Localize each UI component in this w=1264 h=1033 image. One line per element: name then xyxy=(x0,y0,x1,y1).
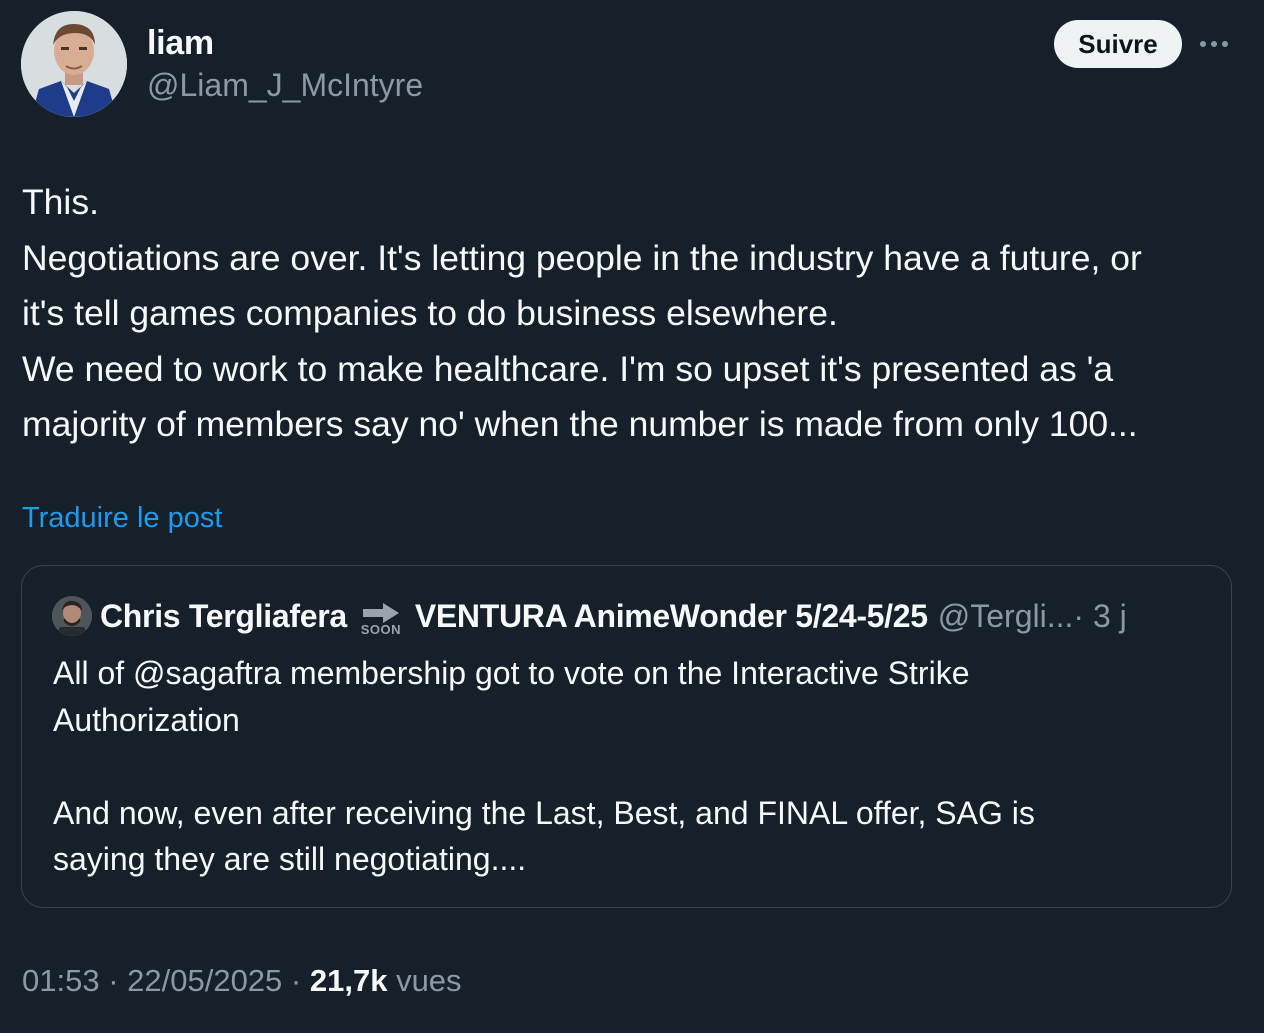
follow-button[interactable]: Suivre xyxy=(1054,20,1182,68)
tweet-date[interactable]: 22/05/2025 xyxy=(127,963,282,998)
soon-label: SOON xyxy=(360,622,401,637)
quote-avatar-photo xyxy=(52,596,92,636)
quote-blank-line xyxy=(53,743,1203,790)
views-count: 21,7k xyxy=(309,963,388,998)
more-dot xyxy=(1211,41,1217,47)
quote-line: All of @sagaftra membership got to vote … xyxy=(53,655,970,691)
more-dot xyxy=(1200,41,1206,47)
quote-line: Authorization xyxy=(53,701,240,738)
meta-separator: · xyxy=(282,963,310,998)
more-dot xyxy=(1222,41,1228,47)
right-arrow-icon xyxy=(362,603,399,623)
author-name[interactable]: liam xyxy=(147,24,214,63)
tweet-line: This. xyxy=(22,182,99,222)
soon-arrow-icon: SOON xyxy=(359,602,403,636)
quote-line: And now, even after receiving the Last, … xyxy=(53,794,1035,831)
avatar[interactable] xyxy=(21,11,127,117)
quote-text: All of @sagaftra membership got to vote … xyxy=(53,650,1203,883)
tweet-line: We need to work to make healthcare. I'm … xyxy=(22,348,1114,389)
quote-author-name-part1[interactable]: Chris Tergliafera xyxy=(100,598,347,635)
quote-author-handle[interactable]: @Tergli... xyxy=(938,598,1074,635)
tweet-meta: 01:53 · 22/05/2025 · 21,7k vues xyxy=(22,963,462,999)
quote-avatar[interactable] xyxy=(52,596,92,636)
quote-line: saying they are still negotiating.... xyxy=(53,841,527,877)
author-handle[interactable]: @Liam_J_McIntyre xyxy=(147,67,423,104)
views-label: vues xyxy=(396,963,462,998)
tweet-line: Negotiations are over. It's letting peop… xyxy=(22,237,1142,278)
avatar-photo xyxy=(21,11,127,117)
quoted-tweet-card[interactable]: Chris Tergliafera SOON VENTURA AnimeWond… xyxy=(21,565,1232,908)
quote-header: Chris Tergliafera SOON VENTURA AnimeWond… xyxy=(52,594,1127,638)
more-horizontal-icon[interactable] xyxy=(1200,38,1232,50)
tweet-time[interactable]: 01:53 xyxy=(22,963,100,998)
quote-timestamp[interactable]: · 3 j xyxy=(1073,598,1126,635)
tweet-text: This. Negotiations are over. It's lettin… xyxy=(22,175,1247,453)
quote-author-name-part2[interactable]: VENTURA AnimeWonder 5/24-5/25 xyxy=(415,598,928,635)
translate-link[interactable]: Traduire le post xyxy=(22,502,222,535)
tweet-line: majority of members say no' when the num… xyxy=(22,404,1138,444)
tweet-line: it's tell games companies to do business… xyxy=(22,293,838,333)
meta-separator: · xyxy=(99,963,128,998)
